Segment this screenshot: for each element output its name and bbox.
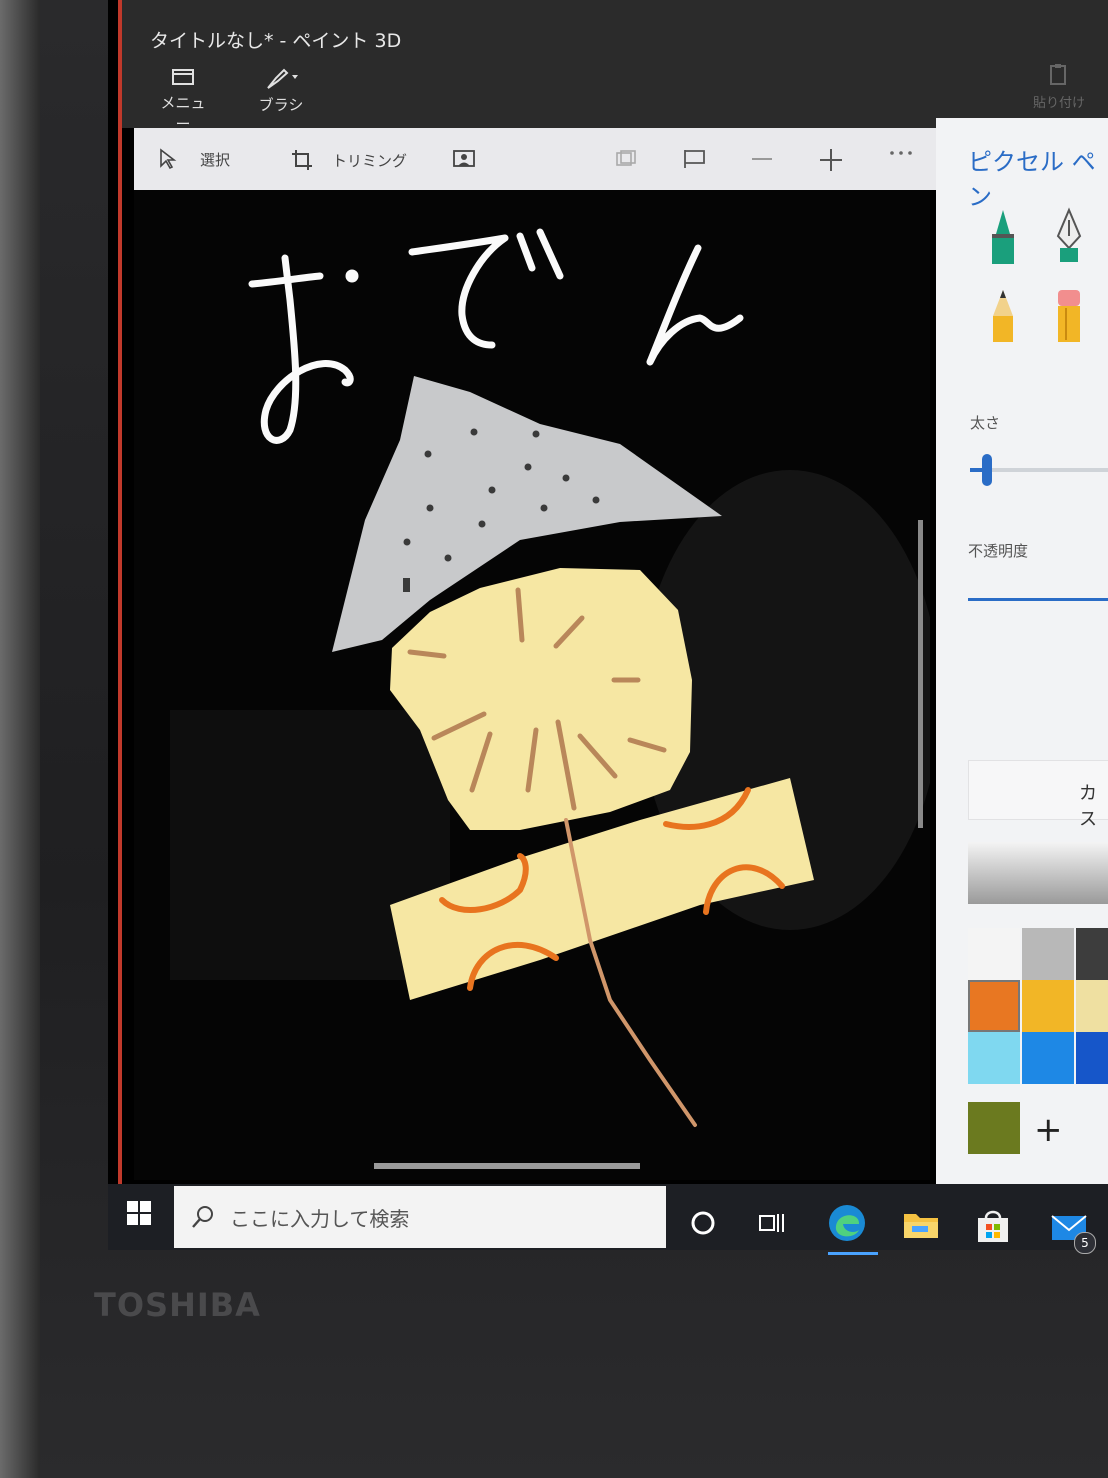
- task-view-icon: [759, 1214, 784, 1232]
- active-indicator: [828, 1252, 878, 1255]
- windows-icon: [127, 1201, 151, 1225]
- cortana-icon: [691, 1211, 715, 1235]
- cortana-button[interactable]: [690, 1210, 716, 1240]
- edge-button[interactable]: [826, 1202, 878, 1255]
- search-icon: [192, 1206, 213, 1228]
- start-button[interactable]: [126, 1200, 152, 1230]
- edge-icon: [829, 1205, 865, 1241]
- window-frame: [118, 0, 1108, 1192]
- mail-badge: 5: [1074, 1232, 1096, 1254]
- mail-button[interactable]: 5: [1048, 1206, 1096, 1254]
- search-placeholder: ここに入力して検索: [230, 1206, 410, 1231]
- store-icon: [978, 1210, 1008, 1242]
- store-button[interactable]: [974, 1208, 1012, 1250]
- file-explorer-button[interactable]: [902, 1208, 940, 1246]
- taskbar-search[interactable]: ここに入力して検索: [174, 1186, 666, 1248]
- folder-icon: [904, 1214, 938, 1238]
- task-view-button[interactable]: [758, 1210, 786, 1240]
- brand-logo: TOSHIBA: [94, 1286, 261, 1324]
- bezel-edge: [0, 0, 40, 1478]
